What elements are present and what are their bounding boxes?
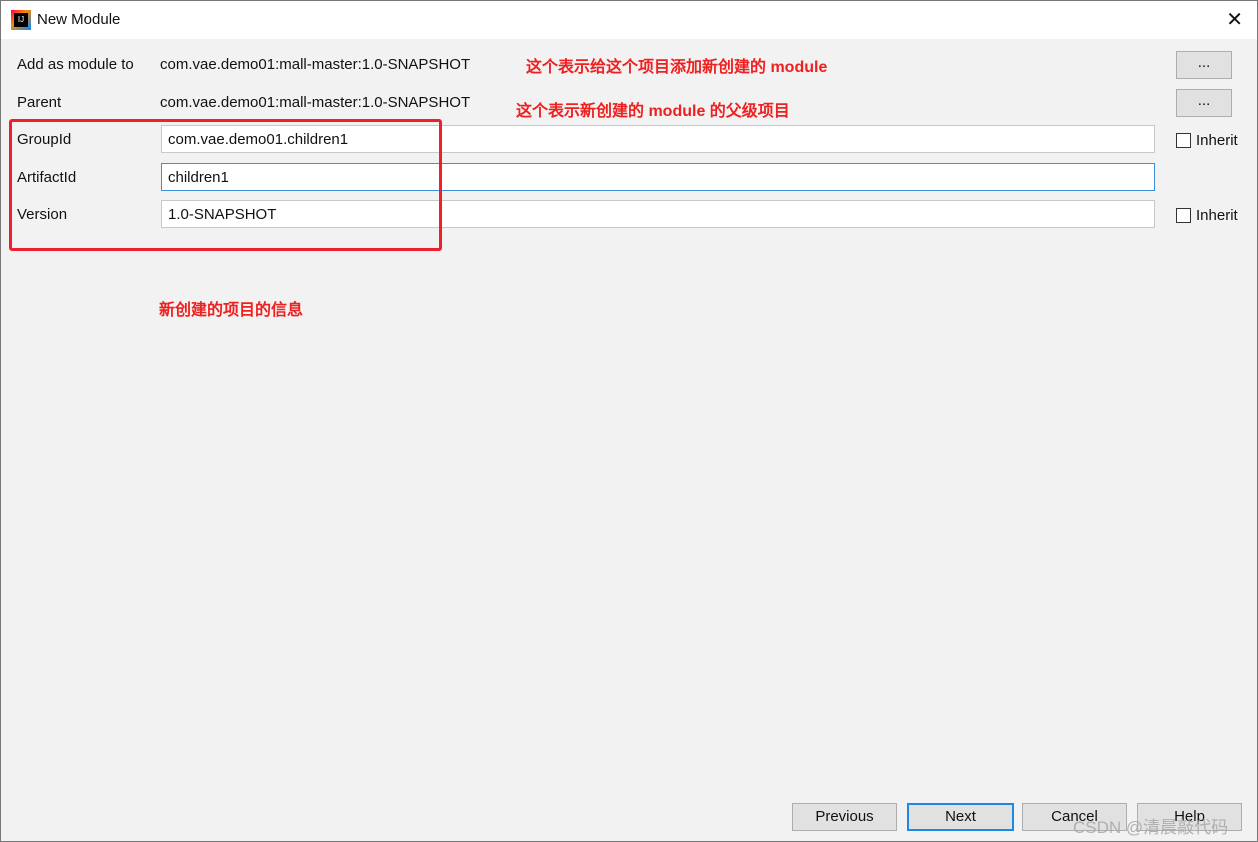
checkbox-icon	[1176, 208, 1191, 223]
annotation-add-module: 这个表示给这个项目添加新创建的 module	[526, 59, 828, 76]
intellij-logo-icon: IJ	[11, 10, 31, 30]
title-bar: IJ New Module ✕	[1, 1, 1257, 39]
annotation-parent: 这个表示新创建的 module 的父级项目	[516, 103, 790, 120]
add-as-module-value: com.vae.demo01:mall-master:1.0-SNAPSHOT	[160, 56, 471, 73]
previous-button[interactable]: Previous	[792, 803, 897, 831]
next-button[interactable]: Next	[907, 803, 1014, 831]
parent-browse-button[interactable]: ...	[1176, 89, 1232, 117]
add-as-module-label: Add as module to	[17, 56, 134, 73]
parent-label: Parent	[17, 94, 62, 111]
groupid-inherit-checkbox[interactable]: Inherit	[1176, 132, 1238, 149]
close-icon[interactable]: ✕	[1226, 7, 1243, 32]
highlight-box	[9, 119, 442, 251]
version-inherit-checkbox[interactable]: Inherit	[1176, 207, 1238, 224]
add-as-module-browse-button[interactable]: ...	[1176, 51, 1232, 79]
annotation-project-info: 新创建的项目的信息	[159, 302, 304, 319]
checkbox-icon	[1176, 133, 1191, 148]
parent-value: com.vae.demo01:mall-master:1.0-SNAPSHOT	[160, 94, 471, 111]
inherit-label: Inherit	[1196, 132, 1238, 149]
new-module-dialog: IJ New Module ✕ Add as module to com.vae…	[0, 0, 1258, 842]
window-title: New Module	[37, 11, 121, 28]
inherit-label: Inherit	[1196, 207, 1238, 224]
watermark: CSDN @清晨敲代码	[1073, 818, 1229, 837]
